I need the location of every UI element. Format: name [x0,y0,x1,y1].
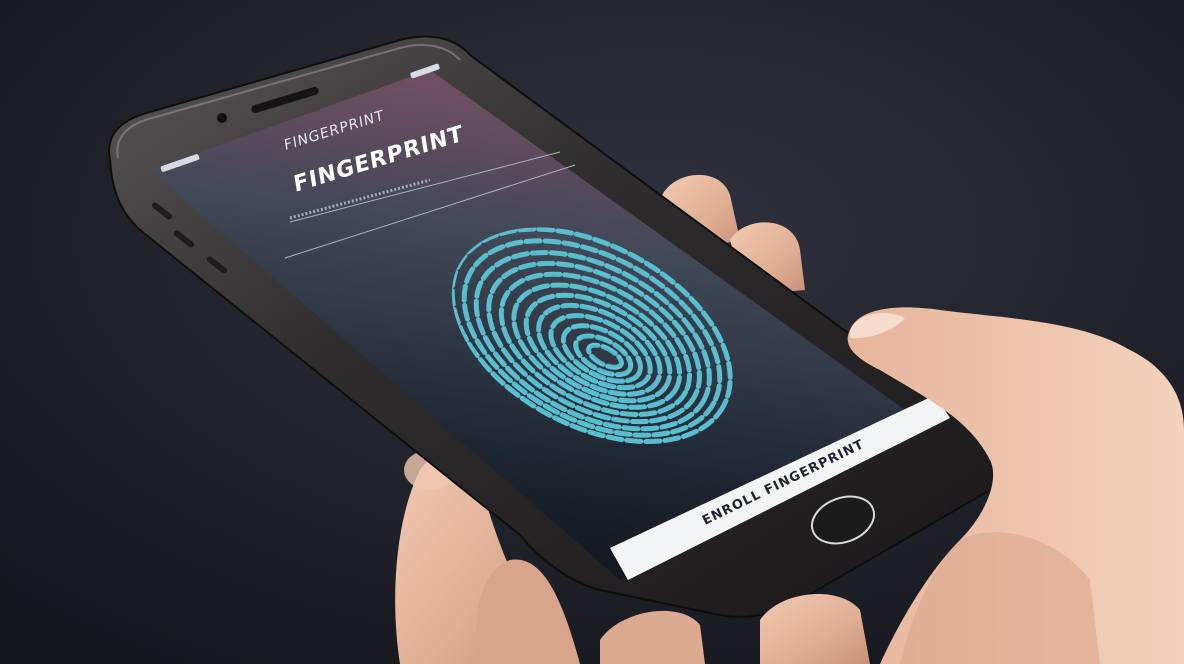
scene-svg: FINGERPRINT FINGERPRINT ENROLL FINGERPRI… [0,0,1184,664]
photo-scene: FINGERPRINT FINGERPRINT ENROLL FINGERPRI… [0,0,1184,664]
front-camera [217,113,227,123]
